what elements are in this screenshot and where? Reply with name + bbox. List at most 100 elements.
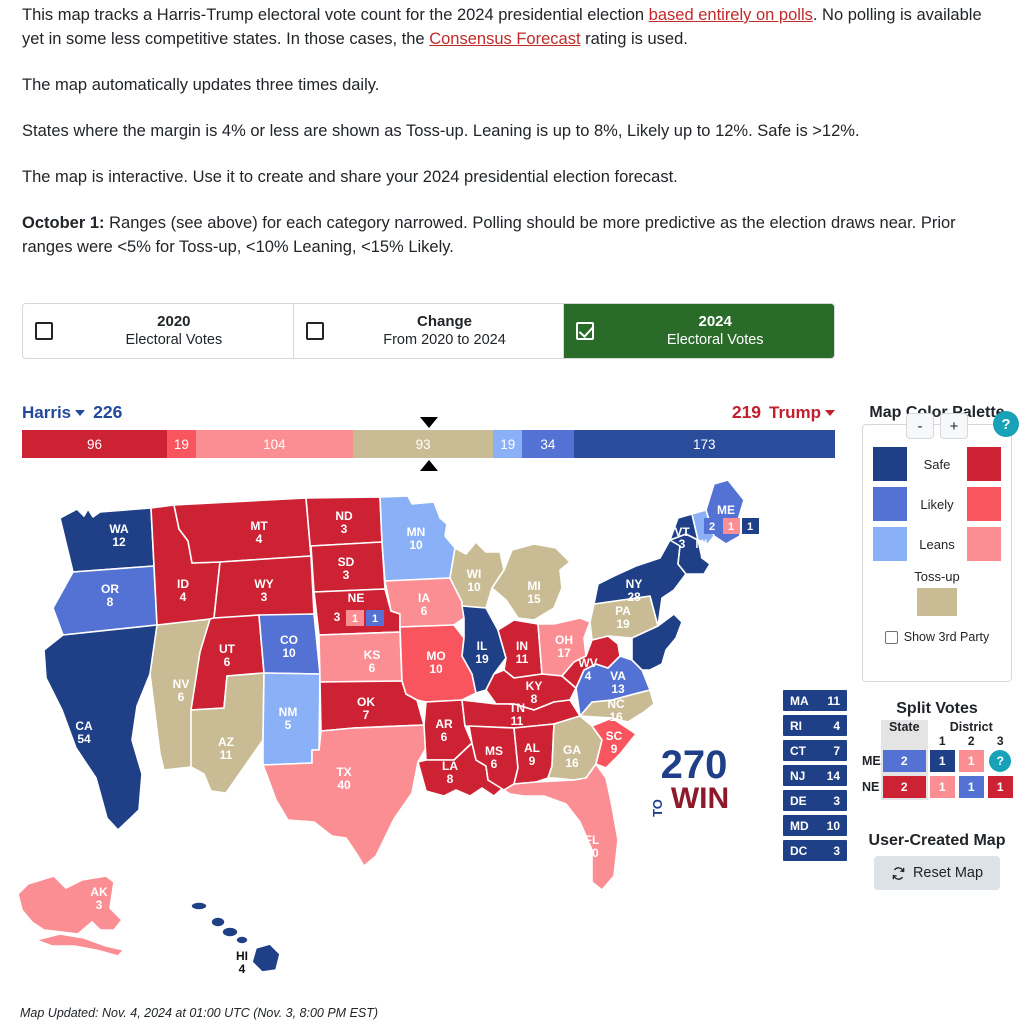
us-map-svg[interactable]: WA12 OR8 CA54 NV6 ID4 MT4 WY3 UT6 CO10 A… (14, 478, 784, 1008)
checkbox-2024-checked-icon[interactable] (576, 322, 595, 340)
label-NY-abbr: NY (626, 577, 643, 591)
state-CA[interactable] (43, 624, 161, 831)
palette-plus-button[interactable]: + (940, 413, 968, 439)
state-OR[interactable] (52, 565, 158, 636)
split-votes-header-row: State District (862, 720, 1015, 734)
label-MN-abbr: MN (407, 525, 426, 539)
split-row-label-ne: NE (862, 780, 880, 794)
label-OR-ev: 8 (107, 595, 114, 609)
ev-segment-safe-r[interactable]: 96 (22, 430, 168, 458)
me-split-chips[interactable]: 2 1 1 (704, 518, 759, 534)
show-third-party-row[interactable]: Show 3rd Party (873, 630, 1001, 644)
me-district-1-cell[interactable]: 1 (929, 750, 955, 772)
ev-segment-likely-r[interactable]: 19 (167, 430, 196, 458)
side-box-md[interactable]: MD 10 (783, 815, 847, 836)
swatch-likely-dem[interactable] (873, 487, 907, 521)
swatch-tossup[interactable] (917, 588, 957, 616)
trump-header[interactable]: 219 Trump (732, 402, 835, 423)
ne-state-cell[interactable]: 2 (882, 776, 926, 798)
intro-text: This map tracks a Harris-Trump electoral… (0, 0, 1026, 259)
label-MI-abbr: MI (527, 579, 540, 593)
chevron-down-icon-harris[interactable] (75, 410, 86, 416)
reset-map-button[interactable]: Reset Map (874, 856, 1000, 890)
side-box-ev: 14 (826, 768, 840, 783)
state-KS[interactable] (318, 631, 403, 683)
ne-district-1-cell[interactable]: 1 (929, 776, 955, 798)
majority-marker-top-icon (419, 417, 438, 428)
tab-2024[interactable]: 2024 Electoral Votes (564, 304, 834, 358)
ne-district-3-cell[interactable]: 1 (987, 776, 1013, 798)
label-AZ-ev: 11 (220, 748, 233, 762)
us-electoral-map[interactable]: WA 12 OR 8 CA 54 NV 6 ID 4 MT 4 WY 3 UT 6 CO 10 A… (14, 478, 784, 1008)
me-state-cell[interactable]: 2 (882, 750, 926, 772)
swatch-safe-dem[interactable] (873, 447, 907, 481)
label-TN-ev: 11 (511, 714, 524, 728)
tab-2020-subtitle: Electoral Votes (125, 332, 223, 349)
split-row-label-me: ME (862, 754, 881, 768)
state-MT[interactable] (173, 497, 312, 564)
label-LA-ev: 8 (447, 772, 454, 786)
label-IA-ev: 6 (421, 604, 428, 618)
state-FL[interactable] (503, 763, 619, 891)
ev-segment-toss-up[interactable]: 93 (352, 430, 494, 458)
logo-win: WIN (671, 782, 729, 815)
side-box-ma[interactable]: MA 11 (783, 690, 847, 711)
side-box-nj[interactable]: NJ 14 (783, 765, 847, 786)
split-votes-row-me: ME 2 1 1 ? (862, 748, 1015, 774)
side-box-abbr: NJ (790, 768, 806, 783)
palette-box: - + ? Safe Likely Leans Toss-up Show 3rd… (862, 411, 1019, 682)
electoral-map-page: This map tracks a Harris-Trump electoral… (0, 0, 1026, 1026)
palette-minus-button[interactable]: - (906, 413, 934, 439)
ne-district-2-cell[interactable]: 1 (958, 776, 984, 798)
label-MN-ev: 10 (409, 538, 423, 552)
me-district-2-cell[interactable]: 1 (958, 750, 984, 772)
third-party-checkbox-icon[interactable] (884, 630, 898, 644)
label-WY-abbr: WY (254, 577, 273, 591)
state-AK-aleutians[interactable] (35, 933, 125, 957)
side-box-de[interactable]: DE 3 (783, 790, 847, 811)
palette-row-tossup: Toss-up (873, 569, 1001, 616)
ev-segment-likely-d[interactable]: 34 (522, 430, 574, 458)
swatch-safe-rep[interactable] (967, 447, 1001, 481)
trump-name: Trump (769, 403, 821, 422)
side-box-ct[interactable]: CT 7 (783, 740, 847, 761)
harris-header[interactable]: Harris 226 (22, 402, 122, 423)
tab-change[interactable]: Change From 2020 to 2024 (293, 304, 565, 358)
side-box-ev: 3 (833, 793, 840, 808)
label-KS-ev: 6 (369, 661, 376, 675)
intro-p1-part-a: This map tracks a Harris-Trump electoral… (22, 6, 649, 24)
palette-help-icon[interactable]: ? (993, 411, 1019, 437)
label-SC-abbr: SC (606, 729, 623, 743)
label-PA-abbr: PA (615, 604, 631, 618)
label-KY-ev: 8 (531, 692, 538, 706)
checkbox-2020-icon[interactable] (35, 322, 53, 340)
consensus-forecast-link[interactable]: Consensus Forecast (429, 30, 580, 48)
ev-segment-leans-r[interactable]: 104 (195, 430, 353, 458)
intro-paragraph-1: This map tracks a Harris-Trump electoral… (22, 4, 1004, 52)
me-district-3-help-icon[interactable]: ? (989, 750, 1012, 772)
label-VT-ev: 3 (679, 537, 686, 551)
label-NH-ev: 4 (701, 549, 708, 563)
polls-link[interactable]: based entirely on polls (649, 6, 813, 24)
swatch-likely-rep[interactable] (967, 487, 1001, 521)
side-box-ri[interactable]: RI 4 (783, 715, 847, 736)
intro-paragraph-4: The map is interactive. Use it to create… (22, 167, 678, 186)
swatch-leans-rep[interactable] (966, 527, 1001, 561)
state-WA[interactable] (59, 507, 155, 573)
label-NE-ev: 3 (334, 610, 341, 624)
label-OR-abbr: OR (101, 582, 119, 596)
checkbox-change-icon[interactable] (305, 322, 324, 340)
label-OH-abbr: OH (555, 633, 573, 647)
side-box-dc[interactable]: DC 3 (783, 840, 847, 861)
electoral-vote-bar[interactable]: 96 19 104 93 19 34 173 (22, 417, 835, 471)
swatch-leans-dem[interactable] (873, 527, 907, 561)
tab-2020[interactable]: 2020 Electoral Votes (23, 304, 294, 358)
side-box-ev: 7 (833, 743, 840, 758)
ev-segment-leans-d[interactable]: 19 (493, 430, 523, 458)
label-TX-ev: 40 (337, 778, 351, 792)
chevron-down-icon-trump[interactable] (825, 410, 835, 416)
ev-segment-safe-d[interactable]: 173 (573, 430, 835, 458)
label-AK-abbr: AK (90, 885, 108, 899)
intro-paragraph-5: October 1: Ranges (see above) for each c… (22, 212, 1004, 260)
label-MS-ev: 6 (491, 757, 498, 771)
